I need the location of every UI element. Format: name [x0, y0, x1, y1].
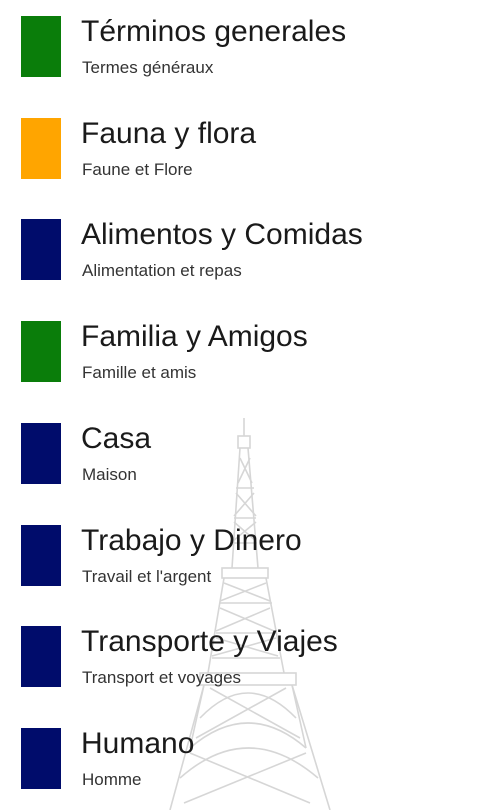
list-item-humano[interactable]: Humano Homme	[0, 712, 486, 792]
category-color-swatch	[21, 423, 61, 484]
list-item-familia-y-amigos[interactable]: Familia y Amigos Famille et amis	[0, 305, 486, 385]
category-color-swatch	[21, 118, 61, 179]
category-subtitle: Transport et voyages	[82, 668, 242, 687]
category-title: Trabajo y Dinero	[81, 524, 302, 557]
list-item-alimentos-y-comidas[interactable]: Alimentos y Comidas Alimentation et repa…	[0, 203, 486, 283]
list-item-casa[interactable]: Casa Maison	[0, 407, 486, 487]
list-item-trabajo-y-dinero[interactable]: Trabajo y Dinero Travail et l'argent	[0, 509, 486, 589]
category-title: Transporte y Viajes	[81, 625, 338, 658]
list-item-fauna-y-flora[interactable]: Fauna y flora Faune et Flore	[0, 102, 486, 182]
list-item-terminos-generales[interactable]: Términos generales Termes généraux	[0, 0, 486, 80]
category-title: Casa	[81, 422, 152, 455]
category-title: Términos generales	[81, 15, 347, 48]
category-color-swatch	[21, 219, 61, 280]
category-title: Familia y Amigos	[81, 320, 308, 353]
category-subtitle: Alimentation et repas	[82, 261, 242, 280]
category-color-swatch	[21, 16, 61, 77]
category-title: Fauna y flora	[81, 117, 257, 150]
category-subtitle: Faune et Flore	[82, 160, 193, 179]
category-subtitle: Homme	[82, 770, 142, 789]
category-color-swatch	[21, 626, 61, 687]
category-title: Alimentos y Comidas	[81, 218, 363, 251]
category-color-swatch	[21, 321, 61, 382]
category-color-swatch	[21, 525, 61, 586]
category-color-swatch	[21, 728, 61, 789]
list-item-transporte-y-viajes[interactable]: Transporte y Viajes Transport et voyages	[0, 610, 486, 690]
category-subtitle: Travail et l'argent	[82, 567, 212, 586]
category-title: Humano	[81, 727, 195, 760]
category-subtitle: Termes généraux	[82, 58, 214, 77]
category-subtitle: Famille et amis	[82, 363, 197, 382]
category-subtitle: Maison	[82, 465, 137, 484]
